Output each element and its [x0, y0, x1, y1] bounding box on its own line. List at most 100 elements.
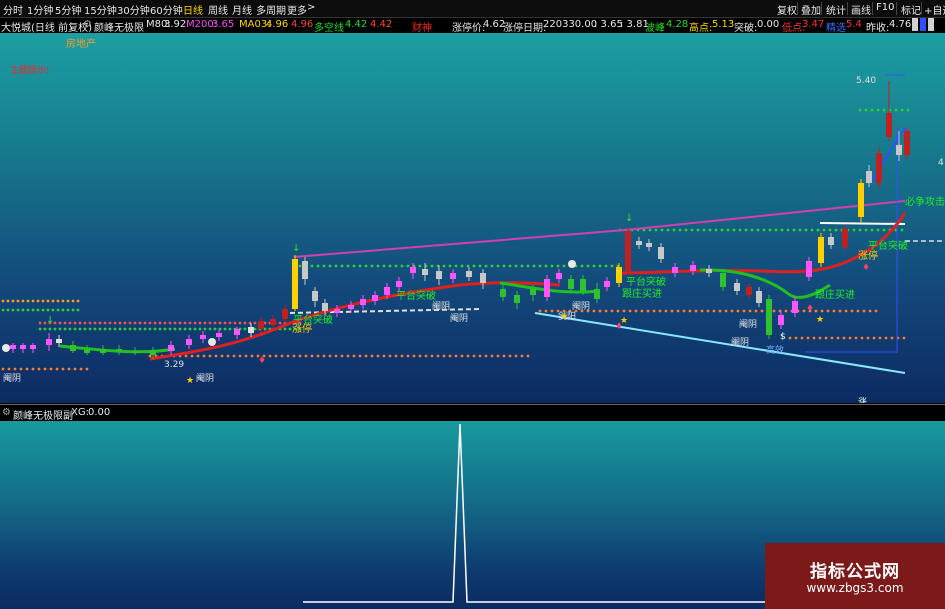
red-dot [228, 321, 232, 325]
kline-candle [436, 271, 442, 279]
orange-dot [742, 309, 746, 313]
green-dot [490, 264, 494, 268]
stats-button[interactable]: 统计 [826, 2, 846, 17]
indicator-name[interactable]: 颜峰无极限 [94, 19, 144, 34]
period-tab-15min[interactable]: 15分钟 [84, 2, 117, 17]
site-watermark: 指标公式网 www.zbgs3.com [765, 543, 945, 609]
red-dot [208, 321, 212, 325]
red-dot [163, 321, 167, 325]
orange-dot [26, 299, 30, 303]
kline-candle [216, 333, 222, 337]
orange-dot [388, 354, 392, 358]
orange-dot [854, 336, 858, 340]
kline-candle [372, 295, 378, 301]
red-dot [138, 321, 142, 325]
orange-dot [760, 309, 764, 313]
orange-dot [286, 354, 290, 358]
kline-candle [556, 273, 562, 279]
period-tab-1min[interactable]: 1分钟 [27, 2, 53, 17]
period-tab-monthly[interactable]: 月线 [232, 2, 252, 17]
panel-scroll-thumb-2[interactable] [920, 18, 926, 31]
period-tab-5min[interactable]: 5分钟 [55, 2, 81, 17]
orange-dot [310, 354, 314, 358]
green-dot [382, 264, 386, 268]
orange-dot [836, 336, 840, 340]
panel-scroll-thumb-3[interactable] [928, 18, 934, 31]
kline-candle [20, 345, 26, 349]
kline-candle [248, 327, 254, 333]
diamond-icon: ♦ [258, 356, 266, 366]
green-dot [370, 264, 374, 268]
period-tab-weekly[interactable]: 周线 [208, 2, 228, 17]
green-dot [550, 264, 554, 268]
green-dot [900, 108, 904, 112]
kline-candle [886, 113, 892, 137]
add-watchlist-button[interactable]: +自选 [924, 2, 945, 17]
green-dot [858, 228, 862, 232]
sub-gear-icon[interactable]: ⚙ [2, 407, 11, 418]
sub-indicator-name[interactable]: 颜峰无极限副 [13, 407, 73, 422]
orange-dot [784, 309, 788, 313]
kline-candle [384, 287, 390, 295]
green-dot [138, 327, 142, 331]
red-dot [68, 321, 72, 325]
orange-dot [794, 336, 798, 340]
didian-value: 3.47 [802, 19, 825, 30]
value-a: : 3.65 [594, 19, 623, 30]
orange-dot [196, 354, 200, 358]
more-chevron-icon[interactable]: > [307, 2, 315, 13]
green-dot [36, 308, 40, 312]
kline-candle [234, 329, 240, 335]
orange-dot [610, 309, 614, 313]
green-dot [580, 264, 584, 268]
orange-dot [11, 299, 15, 303]
orange-dot [184, 354, 188, 358]
period-tab-daily[interactable]: 日线 [183, 2, 203, 17]
must-attack-label: 必争攻击 [905, 195, 945, 208]
green-dot [708, 228, 712, 232]
fuquan-button[interactable]: 复权 [777, 2, 797, 17]
red-dot [143, 321, 147, 325]
period-tab-30min[interactable]: 30分钟 [117, 2, 150, 17]
f10-button[interactable]: F10 [876, 2, 894, 13]
red-dot [243, 321, 247, 325]
draw-line-button[interactable]: 画线 [851, 2, 871, 17]
green-dot [454, 264, 458, 268]
green-dot [876, 108, 880, 112]
orange-dot [442, 354, 446, 358]
green-dot [203, 327, 207, 331]
period-tab-60min[interactable]: 60分钟 [150, 2, 183, 17]
kline-candle [904, 131, 910, 155]
gear-icon[interactable]: ⚙ [83, 19, 92, 30]
orange-dot [694, 309, 698, 313]
orange-dot [718, 309, 722, 313]
period-tab-more[interactable]: 更多 [287, 2, 307, 17]
mark-button[interactable]: 标记 [901, 2, 921, 17]
watermark-url: www.zbgs3.com [806, 581, 904, 595]
orange-dot [748, 309, 752, 313]
orange-dot [664, 309, 668, 313]
green-dot [828, 228, 832, 232]
kline-main-panel[interactable]: 房地产 主题提示! 5.40 3.29 4 涨 平台突破 平台突破 平台突破 跟… [0, 33, 945, 403]
green-dot [562, 264, 566, 268]
limit-up-label: 涨停 [292, 322, 312, 335]
green-dot [418, 264, 422, 268]
orange-dot [55, 367, 59, 371]
orange-dot [400, 354, 404, 358]
kline-candle [514, 295, 520, 303]
period-tab-fenshi[interactable]: 分时 [3, 2, 23, 17]
green-dot [598, 264, 602, 268]
green-dot [882, 228, 886, 232]
platform-breakout-label: 平台突破 [396, 289, 436, 302]
period-tab-multi[interactable]: 多周期 [256, 2, 286, 17]
overlay-button[interactable]: 叠加 [801, 2, 821, 17]
green-dot [56, 308, 60, 312]
kline-candle [480, 273, 486, 283]
orange-dot [860, 336, 864, 340]
orange-dot [878, 336, 882, 340]
orange-dot [292, 354, 296, 358]
orange-dot [250, 354, 254, 358]
kline-candle [322, 303, 328, 311]
panel-scroll-thumb[interactable] [912, 18, 918, 31]
bolang-value: 4.28 [666, 19, 689, 30]
